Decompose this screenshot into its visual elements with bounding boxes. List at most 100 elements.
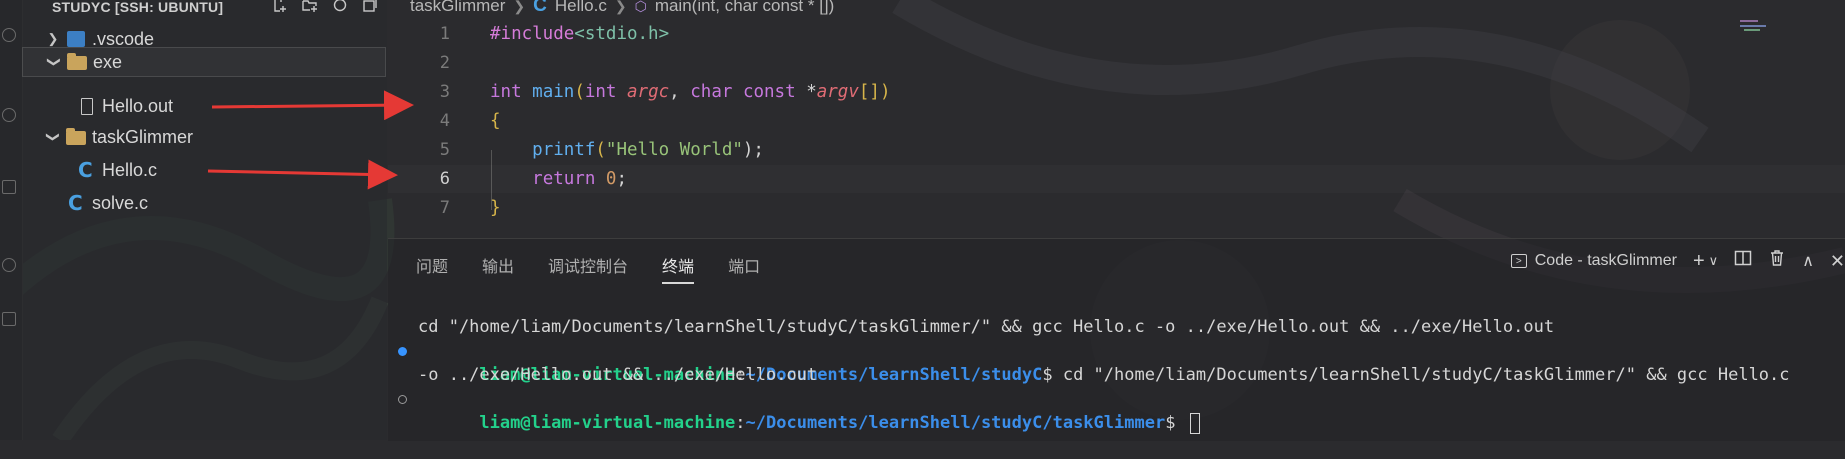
panel-toolbar: > Code - taskGlimmer + ∨ ∧ ✕ [1510, 247, 1845, 275]
line-number: 3 [439, 82, 450, 102]
command-pending-dot-icon[interactable] [398, 395, 407, 404]
remote-explorer-icon[interactable] [2, 258, 16, 272]
code-token: []) [858, 82, 891, 102]
code-text: printf("Hello World"); [490, 140, 764, 160]
explorer-title: STUDYC [SSH: UBUNTU] [52, 0, 224, 15]
code-line[interactable]: 1 #include<stdio.h> [388, 20, 1845, 48]
new-folder-icon[interactable] [302, 0, 318, 13]
code-line[interactable]: 2 [388, 49, 1845, 77]
close-icon[interactable]: ✕ [1830, 251, 1845, 272]
tab-debug-console[interactable]: 调试控制台 [548, 253, 628, 283]
terminal-line: liam@liam-virtual-machine:~/Documents/le… [398, 339, 1790, 385]
terminal-icon: > [1510, 254, 1527, 268]
refresh-icon[interactable] [332, 0, 348, 13]
explorer-actions [272, 0, 378, 13]
terminal-line: cd "/home/liam/Documents/learnShell/stud… [418, 317, 1555, 337]
chevron-right-icon: ❯ [614, 0, 627, 14]
tab-terminal[interactable]: 终端 [662, 253, 695, 284]
code-line[interactable]: 3 int main(int argc, char const *argv[]) [388, 78, 1845, 106]
code-editor[interactable]: 1 #include<stdio.h> 2 3 int main(int arg… [388, 20, 1845, 230]
line-number: 6 [439, 169, 450, 189]
prompt-colon: : [735, 413, 746, 433]
terminal-name: Code - taskGlimmer [1534, 252, 1677, 269]
code-line-current[interactable]: 6 return 0; [388, 165, 1845, 193]
breadcrumb-symbol[interactable]: main(int, char const * []) [655, 0, 835, 16]
tree-item-exe[interactable]: ❯ exe [22, 47, 386, 77]
code-token: <stdio.h> [574, 24, 670, 44]
code-token: #include [490, 24, 575, 44]
tree-item-taskglimmer[interactable]: ❯ taskGlimmer [22, 122, 386, 152]
code-token: const [742, 82, 796, 102]
terminal-cursor [1189, 412, 1200, 434]
extensions-icon[interactable] [2, 312, 16, 326]
file-icon [81, 97, 93, 115]
code-token: { [490, 111, 501, 131]
trash-icon[interactable] [1768, 249, 1786, 273]
line-number: 7 [439, 198, 450, 218]
chevron-right-icon: ❯ [513, 0, 526, 14]
source-control-icon[interactable] [2, 108, 16, 122]
line-number: 5 [439, 140, 450, 160]
prompt-user: liam@liam-virtual-machine [479, 413, 736, 433]
command-success-dot-icon[interactable] [398, 347, 407, 356]
tree-item-solve-c[interactable]: C solve.c [22, 188, 386, 218]
maximize-panel-icon[interactable]: ∧ [1802, 251, 1814, 271]
tree-item-label: taskGlimmer [92, 126, 194, 147]
tree-item-hello-out[interactable]: Hello.out [22, 91, 386, 121]
c-file-icon: C [533, 0, 547, 16]
prompt-path: ~/Documents/learnShell/studyC/taskGlimme… [745, 413, 1166, 433]
split-terminal-icon[interactable] [1734, 249, 1752, 273]
prompt-dollar: $ [1165, 413, 1186, 433]
code-text: #include<stdio.h> [490, 24, 669, 44]
activity-bar [0, 0, 23, 440]
c-file-icon: C [68, 191, 83, 215]
terminal-line: -o ../exe/Hello.out && ../exe/Hello.out [418, 365, 818, 385]
tab-output[interactable]: 输出 [482, 253, 514, 283]
breadcrumb-file[interactable]: Hello.c [555, 0, 607, 16]
code-token: return [532, 169, 596, 189]
code-token: argv [816, 82, 859, 102]
code-token: char [690, 82, 733, 102]
add-terminal-icon[interactable]: + [1693, 250, 1705, 273]
run-debug-icon[interactable] [2, 180, 16, 194]
terminal-output[interactable]: cd "/home/liam/Documents/learnShell/stud… [398, 315, 1790, 434]
explorer-sidebar: STUDYC [SSH: UBUNTU] ❯ .vscode ❯ exe Hel… [22, 0, 387, 440]
code-token: , [669, 82, 691, 102]
folder-icon [67, 53, 87, 70]
code-line[interactable]: 5 printf("Hello World"); [388, 136, 1845, 164]
terminal-selector[interactable]: > Code - taskGlimmer [1510, 252, 1677, 270]
panel-tabs: 问题 输出 调试控制台 终端 端口 [416, 253, 760, 284]
bottom-panel: 问题 输出 调试控制台 终端 端口 > Code - taskGlimmer +… [388, 238, 1845, 441]
tab-problems[interactable]: 问题 [416, 253, 448, 283]
tree-item-label: solve.c [92, 192, 149, 213]
tree-item-label: Hello.out [102, 95, 174, 116]
code-text: return 0; [490, 169, 627, 189]
code-token: ; [616, 169, 628, 189]
breadcrumb-folder[interactable]: taskGlimmer [410, 0, 505, 16]
tab-ports[interactable]: 端口 [728, 253, 760, 283]
code-token: main [532, 82, 575, 102]
code-line[interactable]: 4 { [388, 107, 1845, 135]
c-file-icon: C [78, 158, 93, 182]
collapse-all-icon[interactable] [362, 0, 378, 13]
line-number: 2 [439, 53, 450, 73]
terminal-line: liam@liam-virtual-machine:~/Documents/le… [398, 387, 1790, 434]
folder-icon [66, 128, 86, 145]
minimap[interactable] [1740, 20, 1840, 32]
code-token: * [806, 82, 817, 102]
code-token: 0 [605, 169, 617, 189]
tree-item-label: Hello.c [102, 159, 158, 180]
code-token: int [584, 82, 617, 102]
search-icon[interactable] [2, 28, 16, 42]
code-token: printf [532, 140, 596, 160]
code-line[interactable]: 7 } [388, 194, 1845, 222]
chevron-down-icon: ❯ [47, 56, 62, 68]
code-token: ); [742, 140, 764, 160]
code-token: ( [595, 140, 606, 160]
tree-item-hello-c[interactable]: C Hello.c [22, 155, 386, 185]
code-token: ( [574, 82, 585, 102]
new-file-icon[interactable] [272, 0, 288, 13]
line-number: 1 [439, 24, 450, 44]
vscode-folder-icon [67, 31, 85, 47]
chevron-down-icon[interactable]: ∨ [1709, 253, 1719, 269]
